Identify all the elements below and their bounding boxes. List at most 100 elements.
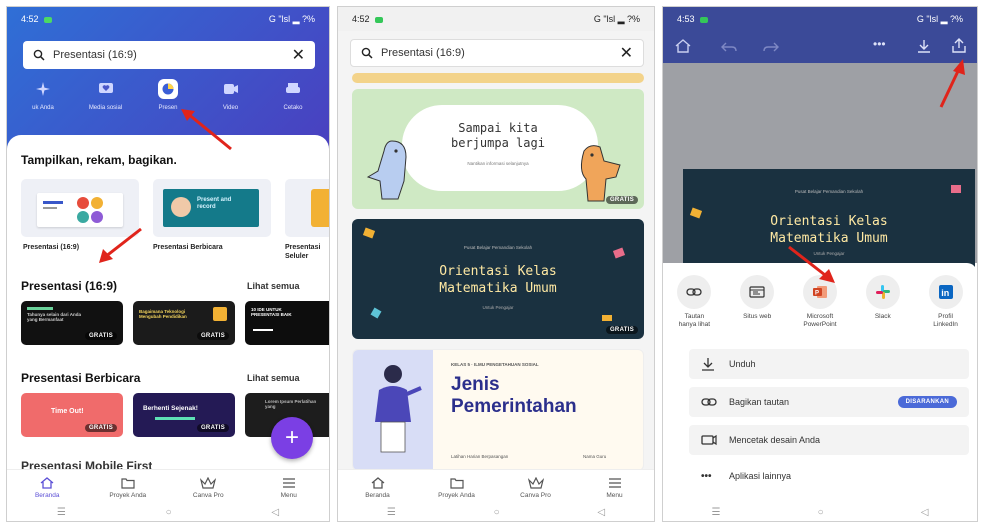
row-title: Presentasi Berbicara: [21, 371, 141, 385]
create-design-button[interactable]: +: [271, 417, 313, 459]
nav-label: Beranda: [365, 492, 390, 499]
share-targets: Tautan hanya lihat Situs web P Microsoft…: [663, 275, 977, 329]
nav-menu[interactable]: Menu: [259, 470, 319, 499]
category-label: Presen: [158, 105, 178, 111]
crown-icon: [527, 474, 544, 492]
clear-search-icon[interactable]: ✕: [292, 45, 305, 65]
home-icon[interactable]: [675, 39, 691, 58]
option-print[interactable]: Mencetak desain Anda: [689, 425, 969, 455]
category-item[interactable]: Video: [201, 79, 261, 129]
template-card-partial[interactable]: [352, 73, 644, 83]
target-label: Slack: [874, 313, 891, 320]
template-card[interactable]: Time Out! GRATIS: [21, 393, 123, 437]
search-input[interactable]: Presentasi (16:9): [53, 49, 292, 61]
template-card-sampai-kita[interactable]: Sampai kita berjumpa lagi Nantikan infor…: [352, 89, 644, 209]
free-badge: GRATIS: [605, 196, 638, 204]
see-all-link[interactable]: Lihat semua: [247, 373, 300, 383]
card-title: Jenis Pemerintahan: [451, 374, 577, 418]
card-footer: Untuk Pengajar: [482, 305, 514, 310]
back-icon[interactable]: ◁: [921, 507, 929, 518]
row-title: Presentasi (16:9): [21, 279, 118, 293]
menu-icon: [282, 474, 296, 492]
home-circle-icon[interactable]: ○: [166, 507, 172, 518]
website-icon: [740, 275, 775, 309]
card-kicker: Pusat Belajar Pemandian Sekolah: [463, 245, 533, 250]
nav-menu[interactable]: Menu: [585, 470, 645, 499]
heart-icon: [96, 79, 116, 99]
recent-apps-icon[interactable]: ☰: [57, 507, 66, 518]
free-badge: GRATIS: [84, 332, 117, 340]
see-all-link[interactable]: Lihat semua: [247, 281, 300, 291]
tile-presentasi-seluler[interactable]: [285, 179, 329, 237]
category-item-presentasi[interactable]: Presen: [138, 79, 198, 129]
thumbnail-text: Lorem Ipsum Perlatihan yang: [265, 399, 317, 409]
share-icon[interactable]: [951, 38, 967, 59]
download-icon[interactable]: [917, 39, 931, 58]
more-options-icon[interactable]: •••: [873, 37, 886, 51]
share-target-slack[interactable]: Slack: [854, 275, 912, 329]
template-card[interactable]: Bagaimana Teknologi Mengubah Pendidikan …: [133, 301, 235, 345]
bottom-nav: Beranda Proyek Anda Canva Pro Menu: [338, 469, 654, 505]
download-icon: [701, 357, 723, 371]
slide-preview[interactable]: Pusat Belajar Pemandian Sekolah Orientas…: [683, 169, 975, 273]
nav-projects[interactable]: Proyek Anda: [98, 470, 158, 499]
undo-icon[interactable]: [721, 40, 737, 58]
free-badge: GRATIS: [84, 424, 117, 432]
recent-apps-icon[interactable]: ☰: [387, 507, 396, 518]
section-title: Tampilkan, rekam, bagikan.: [21, 153, 177, 167]
option-share-link[interactable]: Bagikan tautan DISARANKAN: [689, 387, 969, 417]
presentation-icon: [158, 79, 178, 99]
redo-icon[interactable]: [763, 40, 779, 58]
template-card[interactable]: Berhenti Sejenak! GRATIS: [133, 393, 235, 437]
linkedin-icon: in: [928, 275, 963, 309]
clear-search-icon[interactable]: ✕: [620, 43, 633, 63]
tile-label: Presentasi (16:9): [23, 244, 80, 251]
thumbnail-text: Tahunya selain dari Anda yang Bermanfaat: [27, 312, 82, 322]
status-bar: 4:52 G "lsl ▂ ?%: [338, 7, 654, 31]
share-target-powerpoint[interactable]: P Microsoft PowerPoint: [791, 275, 849, 329]
share-target-linkedin[interactable]: in Profil LinkedIn: [917, 275, 975, 329]
option-download[interactable]: Unduh: [689, 349, 969, 379]
option-more-apps[interactable]: ••• Aplikasi lainnya: [689, 461, 969, 491]
home-icon: [40, 474, 54, 492]
nav-label: Beranda: [34, 492, 60, 499]
search-input[interactable]: Presentasi (16:9): [381, 47, 620, 59]
nav-home[interactable]: Beranda: [17, 470, 77, 499]
home-circle-icon[interactable]: ○: [494, 507, 500, 518]
back-icon[interactable]: ◁: [597, 507, 605, 518]
tile-thumbnail: [37, 193, 123, 227]
search-bar[interactable]: Presentasi (16:9) ✕: [23, 41, 315, 69]
nav-home[interactable]: Beranda: [348, 470, 408, 499]
status-indicators: G "lsl ▂ ?%: [268, 13, 315, 24]
back-icon[interactable]: ◁: [271, 507, 279, 518]
category-item[interactable]: Cetako: [263, 79, 323, 129]
free-badge: GRATIS: [196, 332, 229, 340]
screen-editor-share: 4:53 G "lsl ▂ ?% ••• Pusat Belajar Peman…: [662, 6, 978, 522]
recent-apps-icon[interactable]: ☰: [712, 507, 721, 518]
free-badge: GRATIS: [605, 326, 638, 334]
search-bar[interactable]: Presentasi (16:9) ✕: [350, 39, 644, 67]
category-item[interactable]: Media sosial: [76, 79, 136, 129]
tile-presentasi-16-9[interactable]: [21, 179, 139, 237]
template-card[interactable]: Tahunya selain dari Anda yang Bermanfaat…: [21, 301, 123, 345]
status-indicators: G "lsl ▂ ?%: [593, 13, 640, 24]
template-card[interactable]: 10 IDE UNTUK PRESENTASI BAIK: [245, 301, 329, 345]
share-target-view-link[interactable]: Tautan hanya lihat: [665, 275, 723, 329]
dinosaur-illustration: [580, 145, 621, 202]
nav-projects[interactable]: Proyek Anda: [427, 470, 487, 499]
status-time: 4:52: [21, 14, 39, 24]
tile-presentasi-berbicara[interactable]: Present and record: [153, 179, 271, 237]
template-card-orientasi[interactable]: Pusat Belajar Pemandian Sekolah Orientas…: [352, 219, 644, 339]
slide-title: Orientasi Kelas Matematika Umum: [683, 213, 975, 247]
thumbnail-text: Berhenti Sejenak!: [143, 405, 198, 412]
option-label: Unduh: [729, 359, 756, 369]
folder-icon: [449, 474, 464, 492]
category-item[interactable]: uk Anda: [13, 79, 73, 129]
template-card-jenis-pemerintahan[interactable]: KELAS 5 · ILMU PENGETAHUAN SOSIAL Jenis …: [352, 349, 644, 471]
card-footer: Nama Guru: [583, 454, 607, 459]
nav-canva-pro[interactable]: Canva Pro: [506, 470, 566, 499]
nav-canva-pro[interactable]: Canva Pro: [178, 470, 238, 499]
tile-thumbnail: Present and record: [163, 189, 259, 227]
home-circle-icon[interactable]: ○: [818, 507, 824, 518]
share-target-website[interactable]: Situs web: [728, 275, 786, 329]
